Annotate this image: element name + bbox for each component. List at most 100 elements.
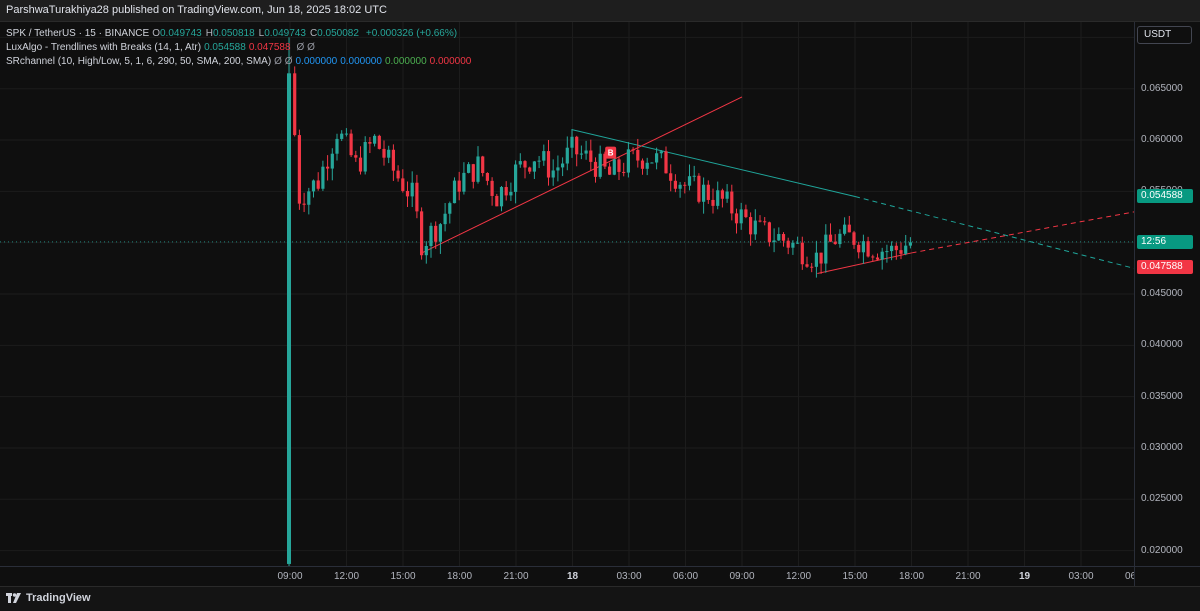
candle-body: [650, 162, 654, 164]
candle-body: [326, 166, 330, 169]
candle-body: [753, 220, 757, 235]
candle-body: [551, 170, 555, 178]
chart-canvas[interactable]: B: [0, 22, 1138, 566]
time-tick-label: 19: [1018, 571, 1031, 582]
candle-body: [504, 187, 508, 196]
ohlc-values: O0.049743 H0.050818 L0.049743 C0.050082: [152, 27, 363, 41]
ohlc-l: L0.049743: [259, 28, 306, 39]
candle-body: [720, 190, 724, 199]
candle-body: [598, 153, 602, 177]
candle-body: [316, 180, 320, 189]
time-tick-label: 21:00: [503, 571, 529, 582]
candle-body: [452, 180, 457, 204]
candle-body: [608, 166, 612, 175]
candle-body: [833, 241, 837, 245]
footer-bar: TradingView: [0, 586, 1200, 611]
candle-body: [297, 135, 301, 204]
indicator-value: 0.000000: [384, 56, 427, 67]
ohlc-value: 0.049743: [159, 28, 202, 39]
candle-body: [716, 190, 720, 206]
candle-body: [781, 234, 786, 241]
ohlc-c: C0.050082: [310, 28, 359, 39]
time-tick-label: 18:00: [898, 571, 925, 582]
candle-body: [857, 244, 861, 253]
tradingview-logo[interactable]: TradingView: [6, 592, 91, 604]
candle-body: [293, 73, 297, 136]
candle-body: [828, 234, 833, 242]
candle-body: [814, 252, 818, 267]
candle-body: [311, 180, 316, 192]
price-tick-label: 0.035000: [1141, 390, 1183, 402]
candle-body: [763, 221, 767, 223]
time-tick-label: 12:00: [785, 571, 812, 582]
indicator-toggle-icon[interactable]: Ø Ø: [274, 55, 292, 69]
price-tick-label: 0.065000: [1141, 82, 1183, 94]
candle-body: [772, 240, 776, 243]
legend-indicator-luxalgo[interactable]: LuxAlgo - Trendlines with Breaks (14, 1,…: [6, 41, 474, 55]
candle-body: [354, 155, 358, 158]
candle-body: [579, 153, 583, 155]
candle-body: [791, 242, 795, 248]
candle-body: [702, 184, 706, 202]
candle-body: [871, 256, 875, 258]
price-tick-label: 0.040000: [1141, 339, 1183, 351]
candle-body: [401, 178, 405, 191]
tradingview-logo-icon: [6, 593, 21, 603]
candle-body: [875, 257, 880, 260]
candle-body: [730, 191, 734, 214]
indicator-value: 0.000000: [429, 56, 472, 67]
candle-body: [819, 252, 823, 264]
indicator-name[interactable]: LuxAlgo - Trendlines with Breaks (14, 1,…: [6, 41, 201, 55]
candle-body: [438, 224, 442, 242]
candle-body: [448, 203, 452, 214]
price-tick-label: 0.025000: [1141, 493, 1183, 505]
candle-body: [786, 240, 790, 248]
chart-pane[interactable]: B: [0, 22, 1138, 566]
currency-selector-button[interactable]: USDT: [1137, 26, 1192, 44]
candle-body: [843, 224, 847, 234]
candle-body: [777, 234, 781, 241]
candle-body: [852, 232, 856, 245]
candle-body: [706, 184, 710, 200]
candle-body: [645, 162, 649, 169]
candle-body: [626, 149, 630, 173]
candle-body: [570, 136, 574, 148]
candle-body: [499, 187, 504, 207]
ohlc-o: O0.049743: [152, 28, 202, 39]
indicator-value: 0.000000: [340, 56, 382, 67]
candle-body: [838, 233, 842, 245]
legend-symbol-row[interactable]: SPK / TetherUS · 15 · BINANCE O0.049743 H…: [6, 27, 474, 41]
candle-body: [363, 142, 367, 172]
indicator-name[interactable]: SRchannel (10, High/Low, 5, 1, 6, 290, 5…: [6, 55, 271, 69]
candle-body: [575, 136, 579, 155]
ohlc-h: H0.050818: [206, 28, 255, 39]
candle-body: [880, 251, 884, 260]
candle-body: [885, 251, 889, 253]
time-tick-label: 09:00: [277, 571, 303, 582]
candle-body: [683, 184, 687, 186]
candle-body: [908, 242, 912, 246]
candle-body: [617, 159, 621, 172]
legend-indicator-srchannel[interactable]: SRchannel (10, High/Low, 5, 1, 6, 290, 5…: [6, 55, 474, 69]
candle-body: [424, 245, 428, 256]
time-tick-label: 06:00: [672, 571, 699, 582]
candle-body: [462, 172, 466, 192]
candle-body: [340, 133, 344, 139]
candle-body: [767, 222, 771, 243]
axis-settings-corner[interactable]: [1134, 566, 1200, 586]
price-tick-label: 0.045000: [1141, 288, 1183, 299]
candle-body: [330, 153, 334, 169]
candle-body: [640, 160, 645, 169]
candle-body: [373, 135, 377, 144]
time-axis[interactable]: 09:00 12:00 15:00 18:00 21:00 18 03:00 06:00 09:…: [0, 566, 1150, 586]
candle-body: [866, 241, 870, 257]
indicator-values: 0.000000 0.000000 0.000000 0.000000: [296, 55, 475, 69]
candle-body: [669, 173, 673, 181]
trendline-price-label: 0.047588: [1137, 260, 1193, 275]
indicator-toggle-icon[interactable]: Ø Ø: [297, 41, 315, 55]
ohlc-value: 0.050818: [212, 28, 255, 39]
break-signal-label: B: [608, 149, 614, 158]
candle-body: [744, 209, 748, 218]
symbol-title[interactable]: SPK / TetherUS · 15 · BINANCE: [6, 27, 149, 41]
candle-body: [584, 150, 588, 154]
